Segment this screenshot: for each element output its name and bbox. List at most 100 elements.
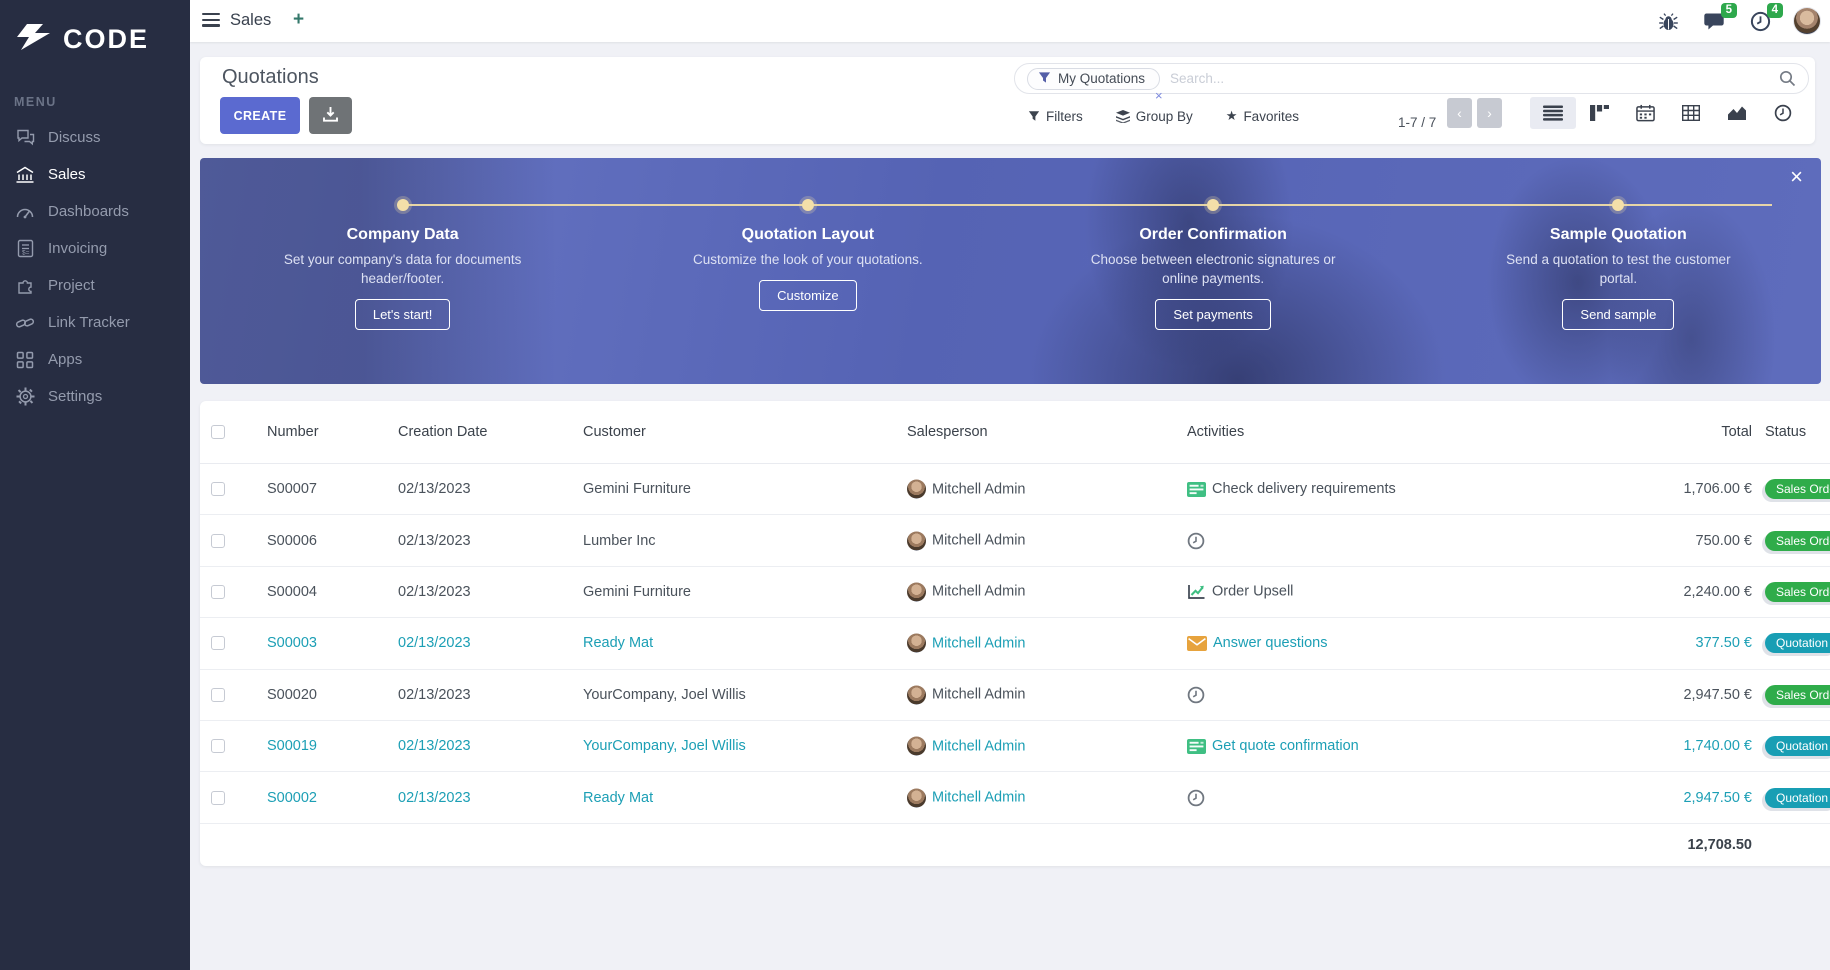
row-checkbox[interactable] (211, 790, 225, 805)
logo-icon (14, 22, 54, 57)
status-badge: Quotation (1765, 787, 1830, 808)
header-salesperson[interactable]: Salesperson (907, 424, 988, 440)
salesperson-name: Mitchell Admin (932, 686, 1026, 703)
list-view-icon[interactable] (1530, 97, 1576, 129)
group-by-button[interactable]: Group By (1115, 108, 1193, 124)
sidebar-item-sales[interactable]: Sales (0, 156, 190, 193)
star-icon: ★ (1225, 108, 1238, 123)
graph-view-icon[interactable] (1714, 97, 1760, 129)
pivot-view-icon[interactable] (1668, 97, 1714, 129)
status-badge: Quotation (1765, 633, 1830, 654)
header-activities[interactable]: Activities (1187, 424, 1244, 440)
pager-next-button[interactable]: › (1477, 98, 1502, 128)
activity-cell[interactable]: Order Upsell (1187, 583, 1293, 600)
sidebar-item-dashboards[interactable]: Dashboards (0, 193, 190, 230)
step-dot (1207, 199, 1220, 211)
bug-icon[interactable] (1656, 9, 1680, 33)
activity-cell[interactable]: Answer questions (1187, 635, 1327, 651)
sidebar-item-link-tracker[interactable]: Link Tracker (0, 304, 190, 341)
sidebar-item-apps[interactable]: Apps (0, 341, 190, 378)
list-check-icon (1187, 481, 1206, 497)
row-checkbox[interactable] (211, 636, 225, 651)
view-switcher (1530, 97, 1806, 129)
activity-count-badge: 4 (1766, 3, 1783, 18)
sidebar-item-discuss[interactable]: Discuss (0, 119, 190, 156)
new-tab-button[interactable]: + (293, 9, 304, 31)
activity-cell[interactable] (1187, 686, 1205, 704)
clock-icon (1187, 789, 1205, 807)
row-checkbox[interactable] (211, 739, 225, 754)
step-action-button[interactable]: Send sample (1562, 299, 1675, 330)
quotation-row-S00004[interactable]: S00004 02/13/2023 Gemini Furniture Mitchell… (200, 567, 1830, 619)
salesperson-cell: Mitchell Admin (907, 479, 1025, 499)
filters-button[interactable]: Filters (1028, 108, 1083, 124)
header-total[interactable]: Total (1580, 424, 1752, 440)
quotation-row-S00019[interactable]: S00019 02/13/2023 YourCompany, Joel Willis… (200, 721, 1830, 773)
activity-cell[interactable] (1187, 532, 1205, 550)
customer-name: YourCompany, Joel Willis (583, 738, 746, 755)
customer-name: Ready Mat (583, 789, 654, 806)
activity-cell[interactable] (1187, 789, 1205, 807)
tab-sales[interactable]: Sales (230, 11, 271, 30)
header-creation-date[interactable]: Creation Date (398, 424, 487, 440)
activity-clock-icon[interactable]: 4 (1748, 3, 1783, 33)
step-description: Customize the look of your quotations. (693, 252, 923, 267)
activity-label: Order Upsell (1212, 583, 1294, 600)
salesperson-avatar (907, 531, 926, 551)
salesperson-cell: Mitchell Admin (907, 788, 1025, 808)
salesperson-cell: Mitchell Admin (907, 736, 1025, 756)
footer-total: 12,708.50 (1687, 836, 1752, 853)
step-action-button[interactable]: Set payments (1155, 299, 1271, 330)
row-checkbox[interactable] (211, 687, 225, 702)
sidebar-item-invoicing[interactable]: $= Invoicing (0, 230, 190, 267)
quotation-row-S00006[interactable]: S00006 02/13/2023 Lumber Inc Mitchell Admin… (200, 515, 1830, 567)
quotation-row-S00003[interactable]: S00003 02/13/2023 Ready Mat Mitchell Admin A… (200, 618, 1830, 670)
sidebar-item-project[interactable]: Project (0, 267, 190, 304)
search-icon[interactable] (1779, 70, 1796, 87)
activity-view-icon[interactable] (1760, 97, 1806, 129)
header-number[interactable]: Number (267, 424, 319, 440)
customer-name: Ready Mat (583, 635, 654, 652)
step-action-button[interactable]: Let's start! (354, 299, 451, 330)
export-button[interactable] (309, 97, 352, 134)
activity-cell[interactable]: Get quote confirmation (1187, 738, 1359, 754)
kanban-view-icon[interactable] (1576, 97, 1622, 129)
header-customer[interactable]: Customer (583, 424, 646, 440)
step-description: Send a quotation to test the customer po… (1506, 252, 1731, 286)
row-checkbox[interactable] (211, 482, 225, 497)
search-input[interactable] (1160, 71, 1779, 86)
quotation-number: S00020 (267, 686, 317, 703)
status-badge: Sales Order (1765, 684, 1830, 705)
quotation-row-S00007[interactable]: S00007 02/13/2023 Gemini Furniture Mitchell… (200, 464, 1830, 516)
activity-cell[interactable]: Check delivery requirements (1187, 481, 1396, 497)
status-badge: Sales Order (1765, 479, 1830, 500)
quotation-row-S00002[interactable]: S00002 02/13/2023 Ready Mat Mitchell Admin 2… (200, 772, 1830, 824)
row-checkbox[interactable] (211, 533, 225, 548)
quotation-number: S00019 (267, 738, 317, 755)
favorites-button[interactable]: ★ Favorites (1226, 108, 1299, 124)
total-amount: 2,240.00 € (1683, 583, 1752, 600)
select-all-checkbox[interactable] (211, 425, 225, 439)
pager-range: 1-7 / 7 (1398, 115, 1437, 130)
creation-date: 02/13/2023 (398, 789, 471, 806)
sidebar-item-settings[interactable]: Settings (0, 378, 190, 415)
step-action-button[interactable]: Customize (759, 280, 857, 311)
calendar-view-icon[interactable] (1622, 97, 1668, 129)
hamburger-menu-icon[interactable] (202, 13, 220, 27)
user-avatar[interactable] (1794, 8, 1820, 34)
close-icon[interactable]: × (1790, 166, 1803, 188)
status-badge: Sales Order (1765, 530, 1830, 551)
facet-remove-icon[interactable]: × (1155, 89, 1163, 102)
row-checkbox[interactable] (211, 584, 225, 599)
header-status[interactable]: Status (1765, 424, 1806, 440)
app-logo[interactable]: CODE (0, 0, 190, 57)
clock-icon (1187, 686, 1205, 704)
step-title: Order Confirmation (1139, 226, 1287, 243)
search-facet-chip[interactable]: My Quotations (1027, 67, 1161, 90)
pager-prev-button[interactable]: ‹ (1447, 98, 1472, 128)
grid-icon (15, 350, 35, 370)
quotation-row-S00020[interactable]: S00020 02/13/2023 YourCompany, Joel Willis… (200, 670, 1830, 721)
create-button[interactable]: CREATE (220, 97, 300, 134)
messages-icon[interactable]: 5 (1702, 3, 1737, 33)
activity-label: Answer questions (1213, 635, 1328, 652)
